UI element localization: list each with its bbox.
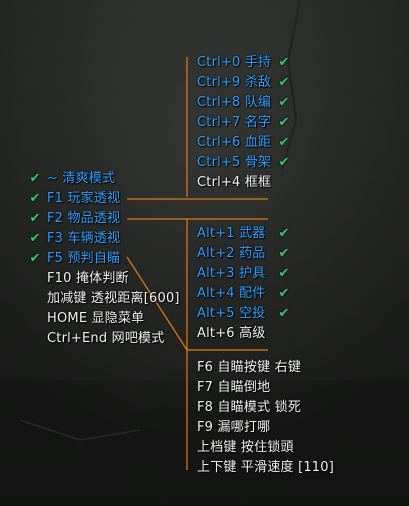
- menu-item-f1[interactable]: F1 玩家透视: [47, 189, 120, 209]
- menu-item-alt-4[interactable]: Alt+4 配件: [197, 284, 266, 304]
- menu-item-ctrl-6[interactable]: Ctrl+6 血距: [197, 133, 271, 153]
- menu-item-f5[interactable]: F5 预判自瞄: [47, 249, 120, 269]
- menu-item-ctrl-end[interactable]: Ctrl+End 网吧模式: [47, 329, 164, 349]
- menu-item-ctrl-5[interactable]: Ctrl+5 骨架: [197, 153, 271, 173]
- menu-item-f3[interactable]: F3 车辆透视: [47, 229, 120, 249]
- check-icon: ✔: [278, 226, 290, 241]
- menu-item-alt-6[interactable]: Alt+6 高级: [197, 324, 266, 344]
- check-icon: ✔: [278, 115, 290, 130]
- check-icon: ✔: [278, 155, 290, 170]
- menu-item-ctrl-4[interactable]: Ctrl+4 框框: [197, 173, 271, 193]
- check-icon: ✔: [278, 75, 290, 90]
- check-icon: ✔: [278, 266, 290, 281]
- menu-item-alt-1[interactable]: Alt+1 武器: [197, 224, 266, 244]
- menu-item-f9[interactable]: F9 漏哪打哪: [197, 418, 270, 438]
- menu-item-alt-5[interactable]: Alt+5 空投: [197, 304, 266, 324]
- menu-item-ctrl-9[interactable]: Ctrl+9 杀敌: [197, 73, 271, 93]
- menu-item-f2[interactable]: F2 物品透视: [47, 209, 120, 229]
- menu-item-f6[interactable]: F6 自瞄按键 右键: [197, 358, 301, 378]
- menu-item-f7[interactable]: F7 自瞄倒地: [197, 378, 270, 398]
- menu-item-f10[interactable]: F10 掩体判断: [47, 269, 129, 289]
- check-icon: ✔: [278, 55, 290, 70]
- check-icon: ✔: [278, 95, 290, 110]
- menu-item-ctrl-8[interactable]: Ctrl+8 队编: [197, 93, 271, 113]
- menu-item-600[interactable]: 加减键 透视距离[600]: [47, 289, 180, 309]
- menu-item-ctrl-0[interactable]: Ctrl+0 手持: [197, 53, 271, 73]
- menu-item-item[interactable]: 上档键 按住锁頭: [197, 438, 294, 458]
- check-icon: ✔: [278, 246, 290, 261]
- menu-item-home[interactable]: HOME 显隐菜单: [47, 309, 144, 329]
- check-icon: ✔: [278, 135, 290, 150]
- menu-item-110[interactable]: 上下键 平滑速度 [110]: [197, 458, 334, 478]
- check-icon: ✔: [29, 211, 41, 226]
- menu-item-ctrl-7[interactable]: Ctrl+7 名字: [197, 113, 271, 133]
- menu-item-item[interactable]: ~ 清爽模式: [47, 169, 115, 189]
- check-icon: ✔: [29, 191, 41, 206]
- menu-item-alt-3[interactable]: Alt+3 护具: [197, 264, 266, 284]
- check-icon: ✔: [29, 251, 41, 266]
- menu-item-f8[interactable]: F8 自瞄模式 锁死: [197, 398, 301, 418]
- menu-item-alt-2[interactable]: Alt+2 药品: [197, 244, 266, 264]
- check-icon: ✔: [29, 231, 41, 246]
- check-icon: ✔: [278, 286, 290, 301]
- check-icon: ✔: [278, 306, 290, 321]
- check-icon: ✔: [29, 171, 41, 186]
